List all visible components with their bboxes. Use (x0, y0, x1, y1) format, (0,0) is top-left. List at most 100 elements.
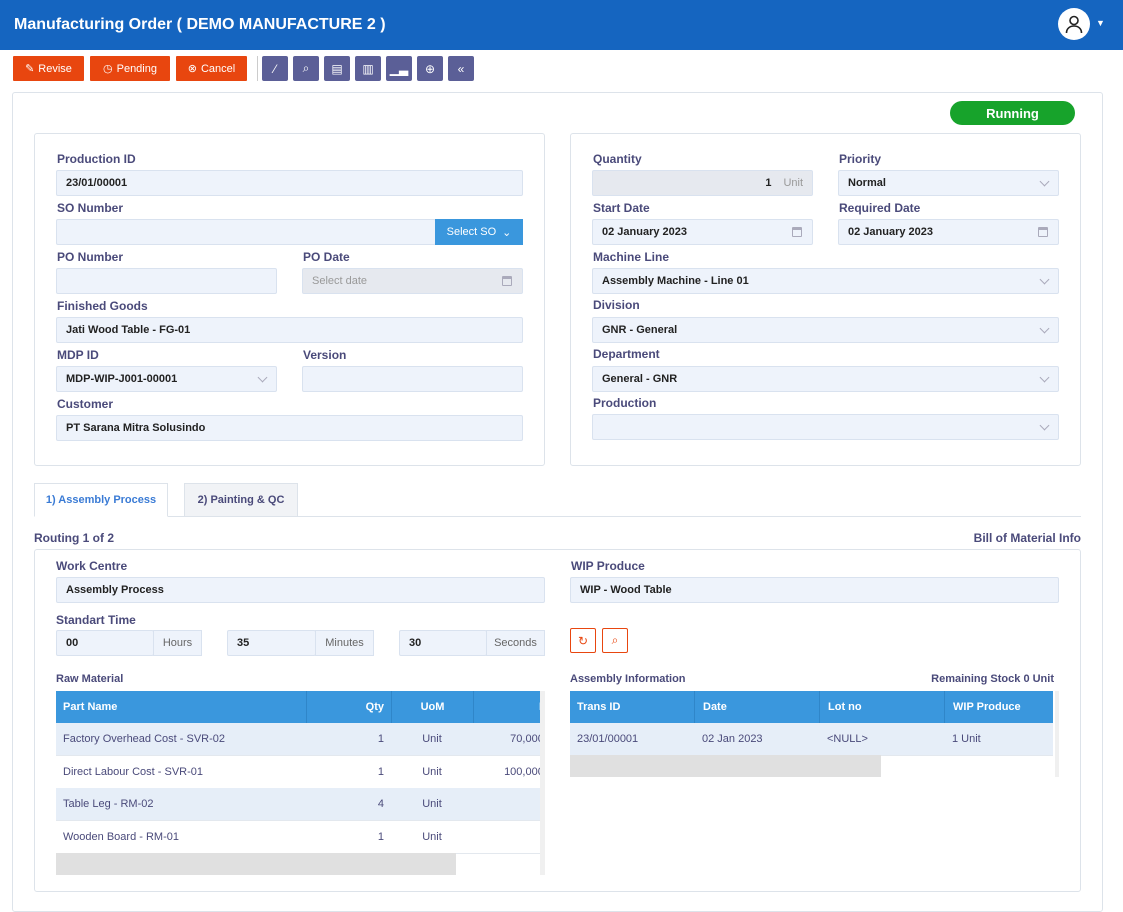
rate-cell (473, 821, 540, 853)
required-date-label: Required Date (839, 201, 921, 215)
search-icon: ⌕ (611, 633, 619, 647)
edit-icon: ✎ (25, 63, 35, 75)
part-name-cell: Table Leg - RM-02 (63, 798, 154, 810)
chevron-down-icon (1039, 274, 1050, 285)
division-select[interactable]: GNR - General (592, 317, 1059, 343)
qty-cell: 4 (377, 798, 384, 810)
required-date-field[interactable]: 02 January 2023 (838, 219, 1059, 245)
cancel-button[interactable]: ⊗ Cancel (176, 56, 247, 81)
revise-button[interactable]: ✎ Revise (13, 56, 84, 81)
col-date[interactable]: Date (694, 691, 820, 723)
raw-material-title: Raw Material (56, 673, 124, 685)
wip-produce-cell: 1 Unit (952, 733, 981, 745)
remaining-stock: Remaining Stock 0 Unit (931, 673, 1054, 685)
select-so-button[interactable]: Select SO ⌄ (435, 219, 523, 245)
toolbar-divider (257, 56, 258, 81)
col-qty[interactable]: Qty (306, 691, 384, 723)
quantity-label: Quantity (593, 152, 642, 166)
table-row[interactable]: Direct Labour Cost - SVR-01 1 Unit 100,000.… (56, 755, 540, 789)
finished-goods-field[interactable]: Jati Wood Table - FG-01 (56, 317, 523, 343)
caret-down-icon[interactable]: ▼ (1096, 18, 1105, 28)
search-button[interactable]: ⌕ (293, 56, 319, 81)
bom-info-link[interactable]: Bill of Material Info (974, 531, 1081, 545)
tab-painting-qc[interactable]: 2) Painting & QC (184, 483, 298, 517)
table-row[interactable]: Table Leg - RM-02 4 Unit (56, 788, 540, 821)
chart-icon: ▁▃ (389, 61, 409, 76)
production-id-label: Production ID (57, 152, 136, 166)
user-avatar[interactable] (1058, 8, 1090, 40)
start-date-label: Start Date (593, 201, 650, 215)
col-rate[interactable]: Ra (473, 691, 540, 723)
date-cell: 02 Jan 2023 (702, 733, 763, 745)
so-number-label: SO Number (57, 201, 124, 215)
vertical-scrollbar[interactable] (1055, 691, 1059, 777)
mdp-id-label: MDP ID (57, 348, 99, 362)
so-number-field[interactable] (56, 219, 436, 245)
po-date-field[interactable]: Select date (302, 268, 523, 294)
minutes-addon: Minutes (315, 630, 374, 656)
col-trans-id[interactable]: Trans ID (577, 691, 620, 723)
horizontal-scrollbar[interactable] (56, 853, 456, 875)
table-header: Trans ID Date Lot no WIP Produce (570, 691, 1053, 723)
lot-no-cell: <NULL> (827, 733, 868, 745)
pending-button[interactable]: ◷ Pending (90, 56, 170, 81)
col-lot-no[interactable]: Lot no (819, 691, 945, 723)
customer-field[interactable]: PT Sarana Mitra Solusindo (56, 415, 523, 441)
po-date-label: PO Date (303, 250, 350, 264)
table-row[interactable]: Wooden Board - RM-01 1 Unit (56, 820, 540, 854)
minutes-field[interactable]: 35 (227, 630, 316, 656)
priority-select[interactable]: Normal (838, 170, 1059, 196)
document-search-button[interactable]: ▤ (324, 56, 350, 81)
table-header: Part Name Qty UoM Ra (56, 691, 540, 723)
raw-material-table: Part Name Qty UoM Ra Factory Overhead Co… (56, 691, 540, 875)
work-centre-label: Work Centre (56, 559, 128, 573)
part-name-cell: Direct Labour Cost - SVR-01 (63, 765, 203, 778)
horizontal-scrollbar[interactable] (570, 755, 881, 777)
table-row[interactable]: 23/01/00001 02 Jan 2023 <NULL> 1 Unit (570, 723, 1053, 756)
magic-wand-button[interactable]: ⁄ (262, 56, 288, 81)
priority-label: Priority (839, 152, 882, 166)
col-uom[interactable]: UoM (391, 691, 473, 723)
po-number-field[interactable] (56, 268, 277, 294)
production-select[interactable] (592, 414, 1059, 440)
chart-button[interactable]: ▁▃ (386, 56, 412, 81)
hours-addon: Hours (153, 630, 202, 656)
mdp-id-select[interactable]: MDP-WIP-J001-00001 (56, 366, 277, 392)
hours-field[interactable]: 00 (56, 630, 154, 656)
machine-line-select[interactable]: Assembly Machine - Line 01 (592, 268, 1059, 294)
wip-produce-field[interactable]: WIP - Wood Table (570, 577, 1059, 603)
seconds-field[interactable]: 30 (399, 630, 487, 656)
barcode-button[interactable]: ▥ (355, 56, 381, 81)
version-field[interactable] (302, 366, 523, 392)
vertical-scrollbar[interactable] (540, 691, 545, 875)
department-label: Department (593, 347, 660, 361)
refresh-button[interactable]: ↻ (570, 628, 596, 653)
production-label: Production (593, 396, 657, 410)
qty-cell: 1 (377, 733, 384, 745)
collapse-button[interactable]: « (448, 56, 474, 81)
department-select[interactable]: General - GNR (592, 366, 1059, 392)
search-icon: ⌕ (302, 61, 310, 75)
add-button[interactable]: ⊕ (417, 56, 443, 81)
production-id-field[interactable]: 23/01/00001 (56, 170, 523, 196)
wip-produce-label: WIP Produce (571, 559, 645, 573)
col-part-name[interactable]: Part Name (63, 691, 117, 723)
chevron-down-icon (1039, 420, 1050, 431)
start-date-field[interactable]: 02 January 2023 (592, 219, 813, 245)
division-label: Division (593, 298, 640, 312)
refresh-icon: ↻ (577, 633, 589, 648)
tab-assembly-process[interactable]: 1) Assembly Process (34, 483, 168, 517)
quantity-field[interactable]: 1 Unit (592, 170, 813, 196)
chevron-down-icon (1039, 176, 1050, 187)
col-wip-produce[interactable]: WIP Produce (944, 691, 1053, 723)
rate-cell (473, 788, 540, 820)
calendar-icon (1038, 227, 1048, 237)
machine-line-label: Machine Line (593, 250, 670, 264)
table-row[interactable]: Factory Overhead Cost - SVR-02 1 Unit 70,00… (56, 723, 540, 756)
seconds-addon: Seconds (486, 630, 545, 656)
wip-search-button[interactable]: ⌕ (602, 628, 628, 653)
trans-id-cell: 23/01/00001 (577, 733, 639, 745)
double-chevron-left-icon: « (457, 61, 465, 76)
calendar-icon (792, 227, 802, 237)
work-centre-field[interactable]: Assembly Process (56, 577, 545, 603)
